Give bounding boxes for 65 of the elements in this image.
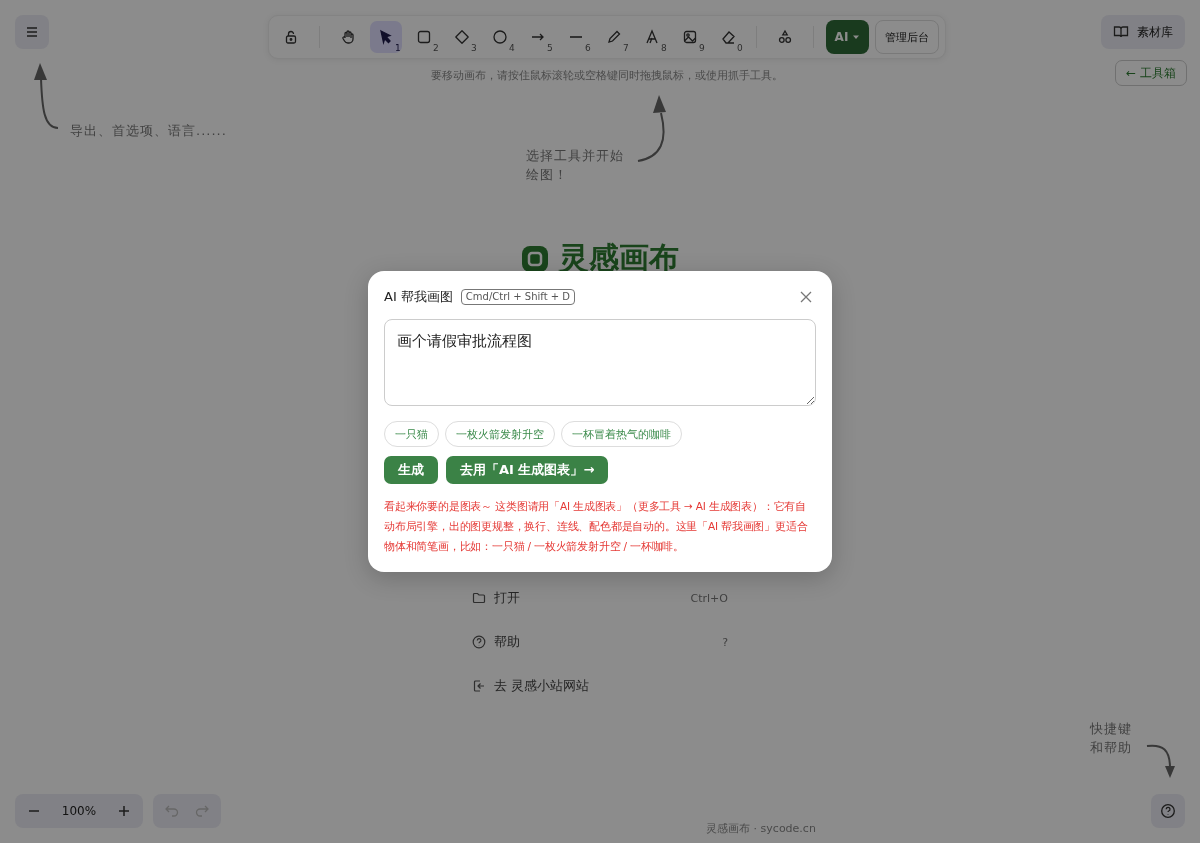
pencil-icon: [605, 29, 622, 45]
arrow-tool[interactable]: 5: [521, 21, 554, 53]
shortcut-key: 0: [736, 44, 743, 53]
zoom-level-button[interactable]: 100%: [49, 803, 109, 819]
text-tool[interactable]: 8: [635, 21, 668, 53]
plus-icon: [118, 805, 130, 817]
undo-icon: [165, 805, 179, 817]
rectangle-tool[interactable]: 2: [407, 21, 440, 53]
line-tool[interactable]: 6: [559, 21, 592, 53]
suggestion-chip[interactable]: 一只猫: [384, 421, 439, 447]
generate-button[interactable]: 生成: [384, 456, 438, 484]
suggestion-chip[interactable]: 一枚火箭发射升空: [445, 421, 555, 447]
login-icon: [472, 679, 486, 693]
ellipse-tool[interactable]: 4: [483, 21, 516, 53]
help-button[interactable]: [1151, 794, 1185, 828]
ai-dropdown-button[interactable]: AI: [825, 20, 870, 54]
tool-hint: 选择工具并开始 绘图！: [526, 147, 624, 184]
help-hint: 快捷键 和帮助: [1090, 720, 1132, 757]
ellipse-icon: [491, 29, 508, 45]
image-icon: [681, 29, 698, 45]
logo-title: 灵感画布: [559, 239, 679, 277]
shortcut-key: 6: [584, 44, 591, 53]
text-icon: [643, 29, 660, 45]
shortcut-badge: Cmd/Ctrl + Shift + D: [460, 289, 575, 305]
line-icon: [567, 36, 584, 38]
welcome-menu-item[interactable]: 去 灵感小站网站: [472, 675, 728, 697]
toolbox-button[interactable]: ← 工具箱: [1115, 60, 1187, 86]
image-tool[interactable]: 9: [673, 21, 706, 53]
hand-icon: [339, 29, 356, 45]
rectangle-icon: [415, 29, 432, 45]
folder-icon: [472, 591, 486, 605]
shortcut-key: 1: [394, 44, 401, 53]
chart-generator-button[interactable]: 去用「AI 生成图表」→: [446, 456, 609, 484]
shortcut-key: 3: [470, 44, 477, 53]
select-icon: [377, 29, 394, 45]
book-icon: [1113, 25, 1129, 39]
shortcut-key: 7: [622, 44, 629, 53]
help-icon: [1160, 803, 1176, 819]
shortcut-key: 5: [546, 44, 553, 53]
shortcut-key: 9: [698, 44, 705, 53]
select-tool[interactable]: 1: [369, 21, 402, 53]
library-button[interactable]: 素材库: [1101, 15, 1185, 49]
welcome-menu-item[interactable]: 打开 Ctrl+O: [472, 587, 728, 609]
eraser-tool[interactable]: 0: [711, 21, 744, 53]
diamond-tool[interactable]: 3: [445, 21, 478, 53]
diamond-icon: [453, 29, 470, 45]
help-icon: [472, 635, 486, 649]
footer-credit: 灵感画布 · sycode.cn: [705, 821, 817, 836]
shortcut-key: 2: [432, 44, 439, 53]
close-icon: [800, 291, 812, 303]
menu-button[interactable]: [15, 15, 49, 49]
menu-icon: [24, 24, 40, 40]
shapes-icon: [776, 29, 793, 45]
admin-button[interactable]: 管理后台: [875, 20, 940, 54]
menu-hint: 导出、首选项、语言......: [70, 122, 227, 140]
dialog-title: AI 帮我画图: [384, 288, 453, 306]
shortcut-key: 8: [660, 44, 667, 53]
pencil-tool[interactable]: 7: [597, 21, 630, 53]
welcome-menu-item[interactable]: 帮助 ?: [472, 631, 728, 653]
warning-message: 看起来你要的是图表～ 这类图请用「AI 生成图表」（更多工具 → AI 生成图表）：它有自动布局引擎，出的图更规整，换行、连线、配色都是自动的。这里「AI 帮我画图」更适合物体和简笔画，比如：一只猫 / 一枚火箭发射升空 / 一杯咖啡。: [384, 499, 809, 554]
prompt-field[interactable]: 画个请假审批流程图: [384, 319, 816, 406]
shortcut-key: 4: [508, 44, 515, 53]
caret-icon: [852, 33, 861, 41]
redo-icon: [195, 805, 209, 817]
suggestion-chip[interactable]: 一杯冒着热气的咖啡: [561, 421, 682, 447]
